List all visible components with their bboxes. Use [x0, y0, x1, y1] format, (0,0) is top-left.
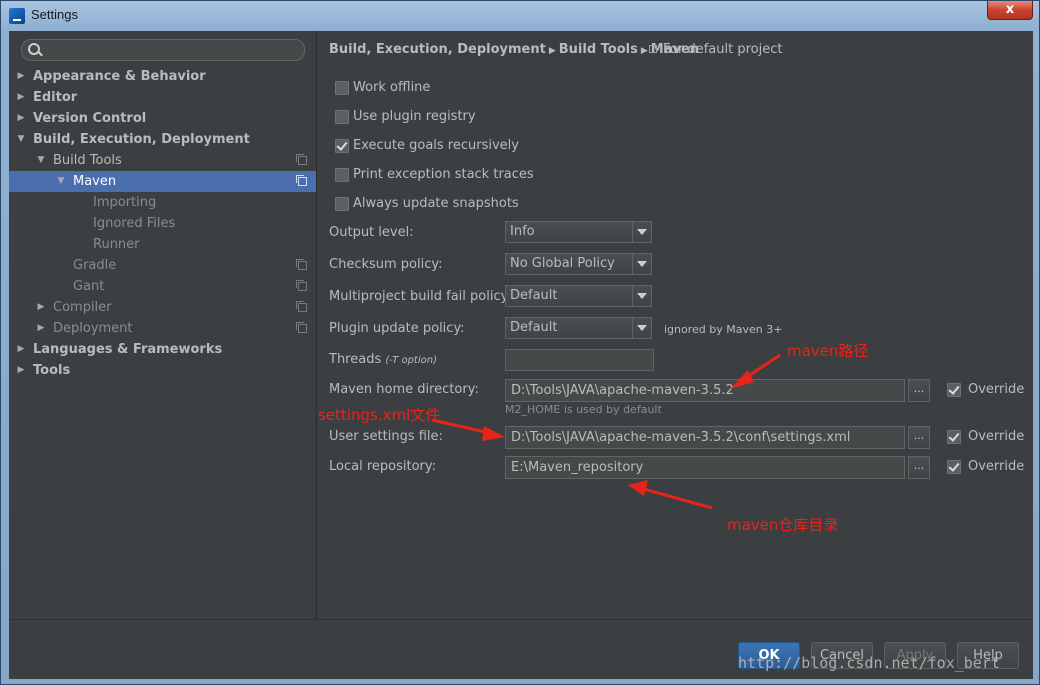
arrowhead — [628, 480, 648, 496]
annotation-arrows — [431, 353, 781, 510]
arrow-to-local-repo — [639, 486, 713, 510]
watermark: http://blog.csdn.net/fox_bert — [738, 654, 1000, 672]
arrowhead — [482, 426, 505, 441]
annotation-repo-dir: maven仓库目录 — [727, 516, 839, 534]
arrowhead — [730, 370, 754, 389]
annotation-maven-path: maven路径 — [787, 342, 869, 360]
annotation-settings-file: settings.xml文件 — [318, 406, 441, 424]
